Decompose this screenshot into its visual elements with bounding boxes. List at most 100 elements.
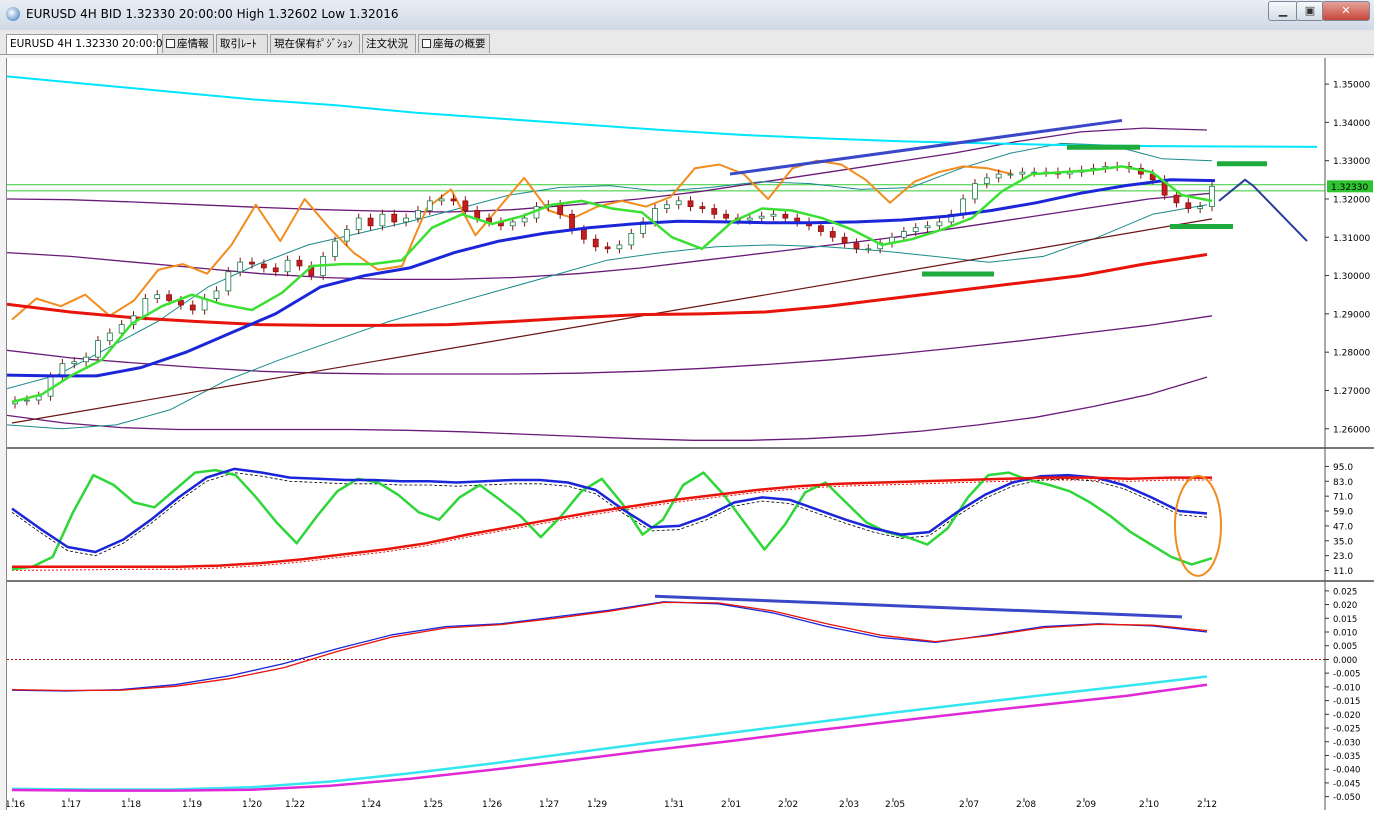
tab-trade-rates[interactable]: 取引ﾚｰﾄ (216, 34, 268, 53)
tab-open-positions[interactable]: 現在保有ﾎﾟｼﾞｼｮﾝ (270, 34, 360, 53)
x-tick-label: 1.22 (285, 800, 305, 810)
title-bar[interactable]: EURUSD 4H BID 1.32330 20:00:00 High 1.32… (0, 0, 1374, 31)
candle-body (746, 217, 753, 221)
candle (343, 225, 350, 246)
candle-body (972, 183, 978, 200)
y-tick-label: -0.030 (1333, 738, 1360, 748)
overlay-purple_low (6, 315, 1213, 375)
candle-body (391, 213, 398, 223)
candle-body (960, 198, 967, 215)
candle-body (23, 399, 30, 402)
chart-area[interactable]: 1.35000 1.34000 1.33000 1.32000 1.31000 1.300… (5, 58, 1374, 810)
candle-body (580, 229, 587, 240)
x-tick-label: 2.01 (721, 800, 741, 810)
candle-body (213, 290, 220, 299)
candle-body (983, 177, 990, 185)
checkbox-icon (422, 39, 431, 48)
tab-chart-eurusd[interactable]: EURUSD 4H 1.32330 20:00:00 (6, 34, 169, 54)
candle (758, 211, 765, 223)
candle-body (154, 294, 161, 299)
chart-canvas[interactable]: 1.35000 1.34000 1.33000 1.32000 1.31000 1.300… (5, 58, 1374, 810)
candle-body (118, 324, 125, 334)
candle (841, 232, 848, 248)
candle-body (995, 173, 1002, 179)
blue_trendline_top (729, 118, 1123, 176)
y-tick-label: 71.0 (1333, 493, 1353, 503)
candle (983, 173, 990, 189)
candle (332, 236, 338, 262)
x-tick-label: 1.25 (423, 800, 443, 810)
candle-body (415, 210, 421, 219)
candle-body (296, 259, 303, 267)
candle-body (367, 217, 374, 227)
candle-body (782, 213, 789, 219)
x-tick-label: 2.07 (959, 800, 979, 810)
checkbox-icon (166, 39, 175, 48)
candle-body (723, 213, 729, 219)
tab-account-info[interactable]: 座情報 (162, 34, 214, 53)
y-tick-label: 1.32000 (1333, 195, 1370, 205)
candle-body (699, 206, 706, 209)
tab-account-summary[interactable]: 座毎の概要 (418, 34, 490, 53)
x-tick-label: 1.31 (664, 800, 684, 810)
restore-button[interactable]: ▣ (1296, 1, 1324, 21)
candle (367, 213, 374, 231)
globe-icon (6, 7, 20, 21)
candle-body (663, 204, 670, 209)
y-tick-label: -0.040 (1333, 766, 1360, 776)
osc-blue-signal (11, 472, 1208, 557)
candle (782, 209, 789, 223)
candle-body (249, 261, 255, 265)
candle-body (189, 304, 196, 311)
y-tick-label: 95.0 (1333, 463, 1353, 473)
series-macd_signal (11, 601, 1208, 692)
candle (296, 255, 303, 271)
candle-body (675, 200, 682, 206)
y-tick-label: 1.26000 (1333, 425, 1370, 435)
candle (794, 213, 801, 227)
candle-body (166, 294, 172, 301)
x-tick-label: 2.12 (1197, 800, 1217, 810)
candle (829, 226, 836, 242)
candle (699, 202, 706, 214)
candle (1185, 198, 1192, 214)
candle (1209, 181, 1215, 212)
candle-body (474, 210, 481, 219)
candle-body (106, 332, 113, 342)
series-magenta_line (11, 683, 1208, 792)
price-panel (6, 75, 1325, 441)
x-tick-label: 1.17 (61, 800, 81, 810)
candle (663, 200, 670, 214)
y-tick-label: 23.0 (1333, 552, 1353, 562)
current-price-label: 1.32330 (1331, 183, 1368, 193)
tab-label: 座情報 (177, 38, 209, 50)
y-tick-label: 1.33000 (1333, 157, 1370, 167)
candle (853, 238, 860, 254)
x-tick-label: 1.18 (121, 800, 141, 810)
x-tick-label: 1.24 (361, 800, 381, 810)
x-tick-label: 2.09 (1076, 800, 1096, 810)
y-tick-label: -0.045 (1333, 779, 1360, 789)
tab-orders[interactable]: 注文状況 (362, 34, 416, 53)
y-tick-label: -0.050 (1333, 793, 1360, 803)
macd-panel (7, 594, 1325, 792)
tab-bar: EURUSD 4H 1.32330 20:00:00 座情報 取引ﾚｰﾄ 現在保… (0, 30, 1374, 55)
candle (154, 290, 161, 304)
candle (972, 179, 978, 204)
close-button[interactable]: ✕ (1322, 1, 1370, 21)
y-tick-label: 1.28000 (1333, 349, 1370, 359)
candle (948, 209, 955, 227)
candle-body (438, 198, 445, 202)
minimize-button[interactable]: ▁ (1268, 1, 1298, 21)
series-cyan_line (11, 675, 1208, 791)
candle (249, 257, 255, 269)
series-macd_main (11, 601, 1208, 692)
candle (936, 217, 943, 231)
y-tick-label: 83.0 (1333, 478, 1353, 488)
candle-body (1019, 171, 1026, 175)
y-tick-label: 47.0 (1333, 522, 1353, 532)
y-tick-label: 59.0 (1333, 508, 1353, 518)
candle (498, 217, 504, 231)
y-tick-label: -0.010 (1333, 683, 1360, 693)
axes: 1.35000 1.34000 1.33000 1.32000 1.31000 1.300… (5, 58, 1374, 810)
